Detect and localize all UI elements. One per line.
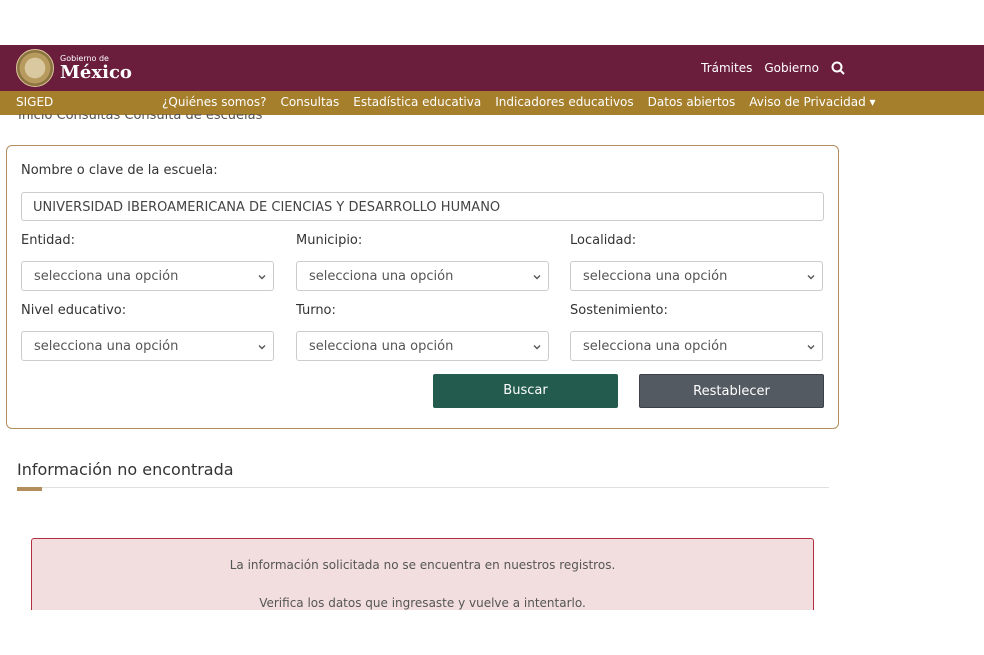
top-navbar: Gobierno de México Trámites Gobierno [0,45,984,91]
entidad-label: Entidad: [21,233,76,248]
municipio-label: Municipio: [296,233,363,248]
turno-select[interactable]: selecciona una opción [296,331,549,361]
reset-button[interactable]: Restablecer [639,374,824,408]
school-name-input[interactable]: UNIVERSIDAD IBEROAMERICANA DE CIENCIAS Y… [21,192,824,221]
alert-message-line1: La información solicitada no se encuentr… [229,558,616,572]
nivel-label: Nivel educativo: [21,303,127,318]
menu-item-aviso-privacidad[interactable]: Aviso de Privacidad ▾ [749,95,875,109]
page-bottom-area [0,610,984,655]
sostenimiento-select-value: selecciona una opción [583,339,728,354]
search-icon[interactable] [831,61,845,75]
gobierno-logo[interactable]: Gobierno de México [16,49,132,87]
secondary-navbar: SIGED ¿Quiénes somos? Consultas Estadíst… [0,91,984,115]
chevron-down-icon [807,275,815,280]
title-divider [17,487,829,488]
menu-item-estadistica[interactable]: Estadística educativa [353,95,481,109]
nivel-select-value: selecciona una opción [34,339,179,354]
localidad-label: Localidad: [570,233,637,248]
entidad-select-value: selecciona una opción [34,269,179,284]
turno-select-value: selecciona una opción [309,339,454,354]
siged-link[interactable]: SIGED [16,95,53,109]
nav-link-gobierno[interactable]: Gobierno [764,61,819,75]
chevron-down-icon [258,345,266,350]
chevron-down-icon [258,275,266,280]
not-found-alert: La información solicitada no se encuentr… [31,538,814,618]
top-links: Trámites Gobierno [689,61,845,75]
alert-message-line2: Verifica los datos que ingresaste y vuel… [259,596,586,610]
menu-item-indicadores[interactable]: Indicadores educativos [495,95,633,109]
secondary-menu: ¿Quiénes somos? Consultas Estadística ed… [162,95,890,109]
search-form: Nombre o clave de la escuela: UNIVERSIDA… [6,145,839,429]
localidad-select-value: selecciona una opción [583,269,728,284]
nav-link-tramites[interactable]: Trámites [701,61,752,75]
menu-item-consultas[interactable]: Consultas [280,95,339,109]
municipio-select[interactable]: selecciona una opción [296,261,549,291]
breadcrumb: Inicio Consultas Consulta de escuelas [18,114,262,126]
menu-item-quienes-somos[interactable]: ¿Quiénes somos? [162,95,266,109]
result-title: Información no encontrada [17,460,234,479]
localidad-select[interactable]: selecciona una opción [570,261,823,291]
menu-item-datos-abiertos[interactable]: Datos abiertos [648,95,736,109]
title-accent-bar [17,487,42,491]
national-seal-icon [16,49,54,87]
turno-label: Turno: [296,303,336,318]
sostenimiento-label: Sostenimiento: [570,303,668,318]
search-button[interactable]: Buscar [433,374,618,408]
municipio-select-value: selecciona una opción [309,269,454,284]
breadcrumb-text: Inicio Consultas Consulta de escuelas [18,114,263,123]
nivel-select[interactable]: selecciona una opción [21,331,274,361]
chevron-down-icon [533,345,541,350]
entidad-select[interactable]: selecciona una opción [21,261,274,291]
brand-title: México [60,61,132,83]
sostenimiento-select[interactable]: selecciona una opción [570,331,823,361]
chevron-down-icon [533,275,541,280]
chevron-down-icon [807,345,815,350]
school-name-label: Nombre o clave de la escuela: [21,163,218,178]
